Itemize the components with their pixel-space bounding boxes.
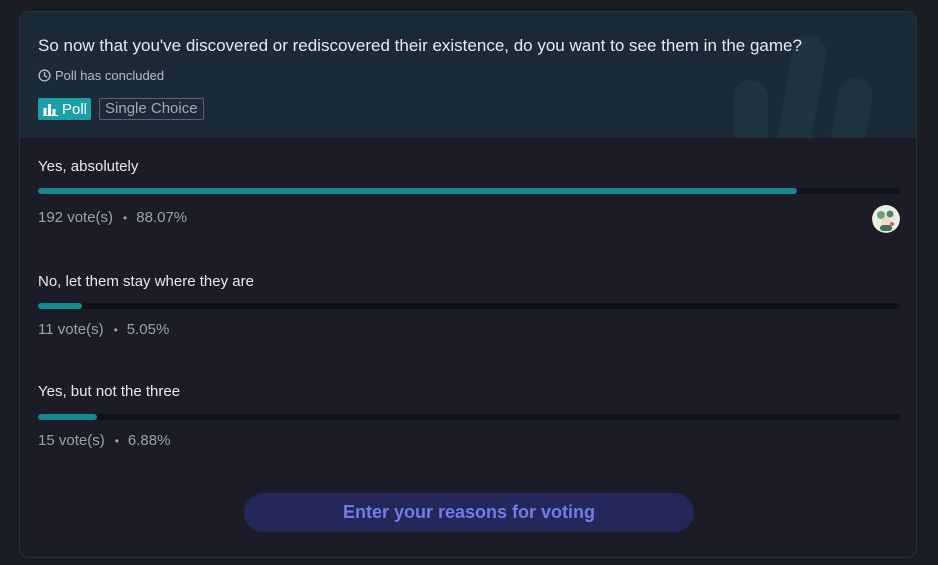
poll-status-text: Poll has concluded xyxy=(55,68,165,83)
poll-option-bar xyxy=(38,303,900,309)
poll-option-percent: 5.05% xyxy=(126,321,170,338)
poll-header: So now that you've discovered or redisco… xyxy=(20,12,916,138)
poll-option-stats: 192 vote(s) • 88.07% xyxy=(38,209,187,226)
poll-option[interactable]: Yes, absolutely 192 vote(s) • 88.07% xyxy=(38,158,900,238)
poll-tag-label: Poll xyxy=(62,100,88,118)
separator-dot: • xyxy=(113,322,118,337)
voter-avatar-icon xyxy=(872,205,900,233)
poll-option-percent: 88.07% xyxy=(136,209,188,226)
separator-dot: • xyxy=(123,210,128,225)
poll-option-bar xyxy=(38,414,900,420)
clock-icon xyxy=(38,69,51,82)
poll-option-label: Yes, but not the three xyxy=(38,383,181,400)
poll-tags: Poll Single Choice xyxy=(38,98,204,120)
poll-option-votes: 11 vote(s) xyxy=(38,321,104,338)
separator-dot: • xyxy=(114,433,119,448)
avatar[interactable] xyxy=(872,205,900,233)
poll-tag: Poll xyxy=(38,98,92,120)
poll-card: So now that you've discovered or redisco… xyxy=(19,11,917,558)
poll-option-label: No, let them stay where they are xyxy=(38,273,254,290)
bar-chart-icon xyxy=(43,103,58,116)
enter-reasons-button[interactable]: Enter your reasons for voting xyxy=(244,493,694,532)
poll-option-bar xyxy=(38,188,900,194)
poll-option-bar-fill xyxy=(38,303,82,309)
poll-option-percent: 6.88% xyxy=(127,432,171,449)
poll-option-bar-fill xyxy=(38,414,98,420)
poll-option-stats: 15 vote(s) • 6.88% xyxy=(38,432,170,449)
poll-option-label: Yes, absolutely xyxy=(38,158,139,175)
poll-option[interactable]: Yes, but not the three 15 vote(s) • 6.88… xyxy=(38,383,900,453)
choice-type-tag: Single Choice xyxy=(99,98,204,120)
poll-option-bar-fill xyxy=(38,188,798,194)
poll-option[interactable]: No, let them stay where they are 11 vote… xyxy=(38,273,900,343)
poll-option-votes: 192 vote(s) xyxy=(38,209,114,226)
poll-option-votes: 15 vote(s) xyxy=(38,432,105,449)
poll-option-stats: 11 vote(s) • 5.05% xyxy=(38,321,169,338)
poll-status: Poll has concluded xyxy=(38,68,164,83)
poll-question: So now that you've discovered or redisco… xyxy=(38,36,802,55)
